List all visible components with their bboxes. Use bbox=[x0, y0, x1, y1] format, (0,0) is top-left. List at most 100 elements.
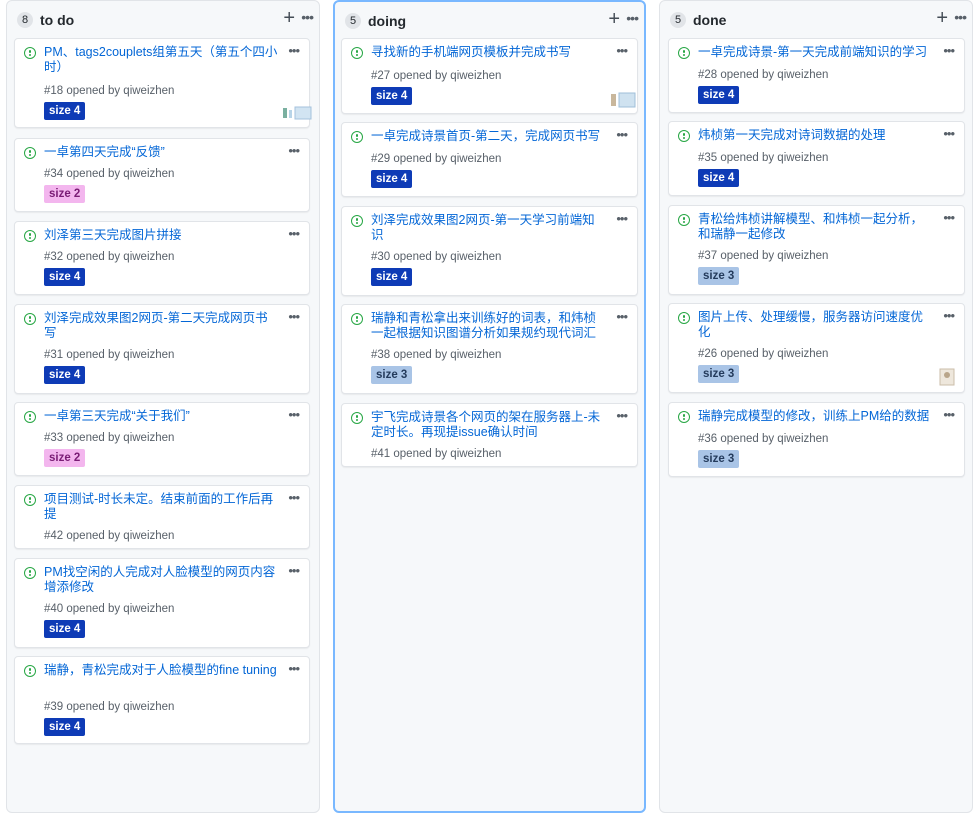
card-menu-icon[interactable]: ••• bbox=[288, 143, 300, 158]
size-label[interactable]: size 4 bbox=[698, 169, 740, 187]
issue-card[interactable]: 一卓第四天完成“反馈” ••• #34 opened by qiweizhen … bbox=[14, 138, 310, 212]
issue-title-link[interactable]: 寻找新的手机端网页模板并完成书写 bbox=[371, 45, 607, 60]
issue-title-link[interactable]: 项目测试-时长未定。结束前面的工作后再提 bbox=[44, 492, 279, 522]
open-issue-icon bbox=[678, 47, 690, 59]
column-title: doing bbox=[368, 13, 407, 29]
issue-card[interactable]: 图片上传、处理缓慢，服务器访问速度优化 ••• #26 opened by qi… bbox=[668, 303, 965, 393]
column-menu-icon[interactable]: ••• bbox=[626, 8, 639, 28]
column-done: 5 done + ••• 一卓完成诗景-第一天完成前端知识的学习 ••• #28… bbox=[659, 0, 973, 813]
size-label[interactable]: size 3 bbox=[698, 450, 740, 468]
size-label[interactable]: size 4 bbox=[698, 86, 740, 104]
size-label[interactable]: size 4 bbox=[371, 87, 413, 105]
issue-title-link[interactable]: 刘泽第三天完成图片拼接 bbox=[44, 228, 279, 243]
issue-meta: #28 opened by qiweizhen bbox=[698, 69, 829, 81]
issue-meta: #33 opened by qiweizhen bbox=[44, 432, 175, 444]
issue-card[interactable]: 刘泽第三天完成图片拼接 ••• #32 opened by qiweizhen … bbox=[14, 221, 310, 295]
issue-title-link[interactable]: 青松给炜桢讲解模型、和炜桢一起分析，和瑞静一起修改 bbox=[698, 212, 934, 242]
issue-title-link[interactable]: 瑞静，青松完成对于人脸模型的fine tuning bbox=[44, 663, 279, 678]
issue-card[interactable]: 瑞静，青松完成对于人脸模型的fine tuning ••• #39 opened… bbox=[14, 656, 310, 744]
open-issue-icon bbox=[24, 313, 36, 325]
assignee-avatar-icon[interactable] bbox=[611, 92, 636, 108]
open-issue-icon bbox=[24, 147, 36, 159]
card-menu-icon[interactable]: ••• bbox=[616, 408, 628, 423]
issue-title-link[interactable]: 一卓第四天完成“反馈” bbox=[44, 145, 279, 160]
card-menu-icon[interactable]: ••• bbox=[616, 127, 628, 142]
issue-card[interactable]: 项目测试-时长未定。结束前面的工作后再提 ••• #42 opened by q… bbox=[14, 485, 310, 549]
card-menu-icon[interactable]: ••• bbox=[288, 563, 300, 578]
issue-card[interactable]: 炜桢第一天完成对诗词数据的处理 ••• #35 opened by qiweiz… bbox=[668, 121, 965, 196]
size-label[interactable]: size 4 bbox=[44, 620, 86, 638]
issue-meta: #42 opened by qiweizhen bbox=[44, 530, 175, 542]
issue-meta: #34 opened by qiweizhen bbox=[44, 168, 175, 180]
assignee-avatar-icon[interactable] bbox=[283, 106, 312, 120]
issue-card[interactable]: 寻找新的手机端网页模板并完成书写 ••• #27 opened by qiwei… bbox=[341, 38, 638, 114]
card-menu-icon[interactable]: ••• bbox=[943, 407, 955, 422]
issue-title-link[interactable]: 刘泽完成效果图2网页-第一天学习前端知识 bbox=[371, 213, 607, 243]
assignee-avatar-icon[interactable] bbox=[938, 368, 956, 386]
size-label[interactable]: size 4 bbox=[371, 268, 413, 286]
issue-card[interactable]: 青松给炜桢讲解模型、和炜桢一起分析，和瑞静一起修改 ••• #37 opened… bbox=[668, 205, 965, 295]
issue-meta: #32 opened by qiweizhen bbox=[44, 251, 175, 263]
column-menu-icon[interactable]: ••• bbox=[301, 7, 314, 27]
size-label[interactable]: size 4 bbox=[44, 102, 86, 120]
card-menu-icon[interactable]: ••• bbox=[288, 43, 300, 58]
column-header: 8 to do + ••• bbox=[7, 1, 319, 37]
card-menu-icon[interactable]: ••• bbox=[288, 226, 300, 241]
column-to-do: 8 to do + ••• PM、tags2couplets组第五天（第五个四小… bbox=[6, 0, 320, 813]
size-label[interactable]: size 4 bbox=[44, 366, 86, 384]
size-label[interactable]: size 3 bbox=[698, 365, 740, 383]
size-label[interactable]: size 3 bbox=[371, 366, 413, 384]
issue-card[interactable]: 宇飞完成诗景各个网页的架在服务器上-未定时长。再现提issue确认时间 ••• … bbox=[341, 403, 638, 467]
open-issue-icon bbox=[351, 313, 363, 325]
card-menu-icon[interactable]: ••• bbox=[943, 43, 955, 58]
card-menu-icon[interactable]: ••• bbox=[288, 309, 300, 324]
card-menu-icon[interactable]: ••• bbox=[616, 309, 628, 324]
size-label[interactable]: size 3 bbox=[698, 267, 740, 285]
issue-title-link[interactable]: 瑞静完成模型的修改，训练上PM给的数据 bbox=[698, 409, 934, 424]
issue-meta: #38 opened by qiweizhen bbox=[371, 349, 502, 361]
issue-card[interactable]: 刘泽完成效果图2网页-第二天完成网页书写 ••• #31 opened by q… bbox=[14, 304, 310, 394]
issue-title-link[interactable]: 一卓完成诗景首页-第二天，完成网页书写 bbox=[371, 129, 607, 144]
card-menu-icon[interactable]: ••• bbox=[288, 490, 300, 505]
card-menu-icon[interactable]: ••• bbox=[943, 210, 955, 225]
issue-title-link[interactable]: 宇飞完成诗景各个网页的架在服务器上-未定时长。再现提issue确认时间 bbox=[371, 410, 607, 440]
size-label[interactable]: size 4 bbox=[44, 718, 86, 736]
issue-title-link[interactable]: 一卓第三天完成“关于我们” bbox=[44, 409, 279, 424]
size-label[interactable]: size 4 bbox=[371, 170, 413, 188]
issue-card[interactable]: 一卓第三天完成“关于我们” ••• #33 opened by qiweizhe… bbox=[14, 402, 310, 476]
issue-meta: #35 opened by qiweizhen bbox=[698, 152, 829, 164]
column-menu-icon[interactable]: ••• bbox=[954, 7, 967, 27]
issue-title-link[interactable]: PM、tags2couplets组第五天（第五个四小时） bbox=[44, 45, 279, 75]
size-label[interactable]: size 2 bbox=[44, 449, 86, 467]
issue-title-link[interactable]: 炜桢第一天完成对诗词数据的处理 bbox=[698, 128, 934, 143]
issue-card[interactable]: PM找空闲的人完成对人脸模型的网页内容增添修改 ••• #40 opened b… bbox=[14, 558, 310, 648]
size-label[interactable]: size 2 bbox=[44, 185, 86, 203]
issue-meta: #29 opened by qiweizhen bbox=[371, 153, 502, 165]
card-count-badge: 8 bbox=[17, 12, 33, 28]
open-issue-icon bbox=[351, 215, 363, 227]
issue-title-link[interactable]: 图片上传、处理缓慢，服务器访问速度优化 bbox=[698, 310, 934, 340]
issue-card[interactable]: 瑞静和青松拿出来训练好的词表，和炜桢一起根据知识图谱分析如果规约现代词汇 •••… bbox=[341, 304, 638, 394]
issue-card[interactable]: 瑞静完成模型的修改，训练上PM给的数据 ••• #36 opened by qi… bbox=[668, 402, 965, 477]
issue-title-link[interactable]: PM找空闲的人完成对人脸模型的网页内容增添修改 bbox=[44, 565, 279, 595]
card-menu-icon[interactable]: ••• bbox=[943, 126, 955, 141]
issue-card[interactable]: 一卓完成诗景-第一天完成前端知识的学习 ••• #28 opened by qi… bbox=[668, 38, 965, 113]
issue-meta: #39 opened by qiweizhen bbox=[44, 701, 175, 713]
add-card-icon[interactable]: + bbox=[283, 7, 295, 29]
issue-card[interactable]: PM、tags2couplets组第五天（第五个四小时） ••• #18 ope… bbox=[14, 38, 312, 128]
card-menu-icon[interactable]: ••• bbox=[288, 407, 300, 422]
add-card-icon[interactable]: + bbox=[608, 8, 620, 30]
issue-card[interactable]: 刘泽完成效果图2网页-第一天学习前端知识 ••• #30 opened by q… bbox=[341, 206, 638, 296]
issue-meta: #36 opened by qiweizhen bbox=[698, 433, 829, 445]
issue-title-link[interactable]: 刘泽完成效果图2网页-第二天完成网页书写 bbox=[44, 311, 279, 341]
issue-card[interactable]: 一卓完成诗景首页-第二天，完成网页书写 ••• #29 opened by qi… bbox=[341, 122, 638, 197]
card-menu-icon[interactable]: ••• bbox=[616, 43, 628, 58]
card-menu-icon[interactable]: ••• bbox=[616, 211, 628, 226]
card-menu-icon[interactable]: ••• bbox=[943, 308, 955, 323]
open-issue-icon bbox=[24, 230, 36, 242]
card-menu-icon[interactable]: ••• bbox=[288, 661, 300, 676]
add-card-icon[interactable]: + bbox=[936, 7, 948, 29]
issue-title-link[interactable]: 一卓完成诗景-第一天完成前端知识的学习 bbox=[698, 45, 934, 60]
issue-title-link[interactable]: 瑞静和青松拿出来训练好的词表，和炜桢一起根据知识图谱分析如果规约现代词汇 bbox=[371, 311, 607, 341]
size-label[interactable]: size 4 bbox=[44, 268, 86, 286]
